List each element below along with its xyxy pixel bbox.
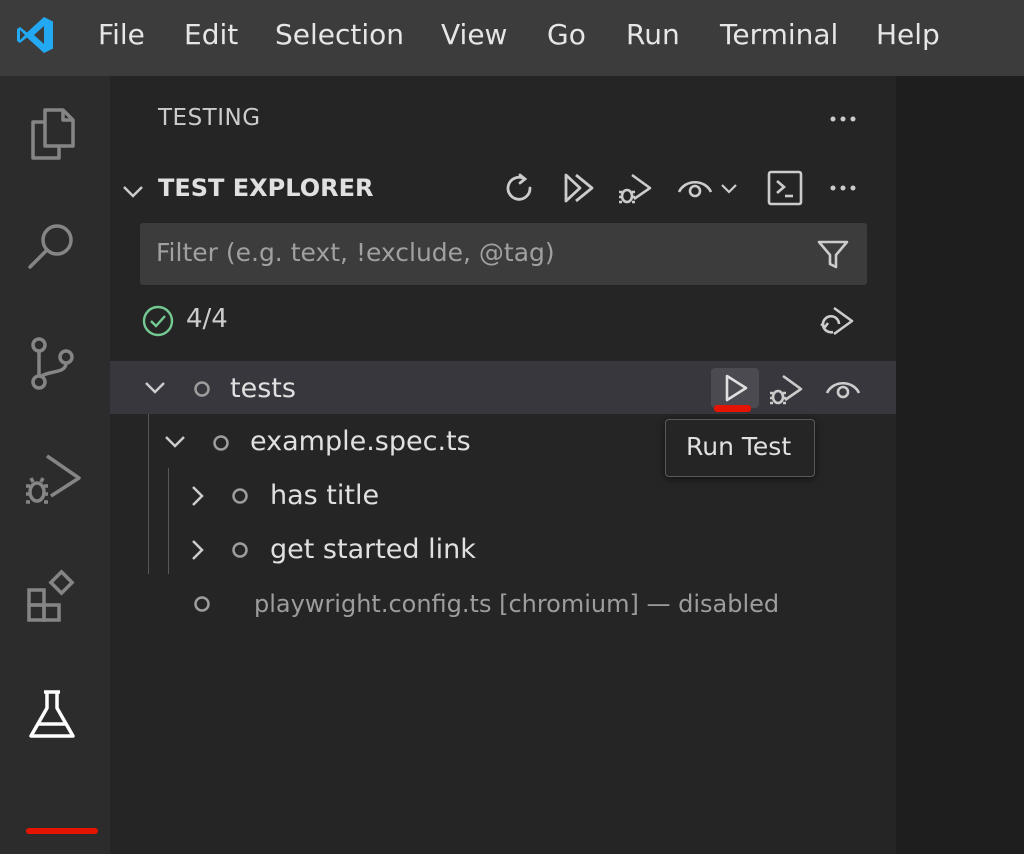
tooltip: Run Test: [665, 419, 815, 477]
run-test-icon[interactable]: [719, 371, 753, 405]
debug-all-icon[interactable]: [616, 169, 654, 207]
more-icon[interactable]: [824, 100, 862, 138]
menu-help[interactable]: Help: [876, 17, 940, 53]
run-debug-icon[interactable]: [21, 448, 83, 510]
menu-run[interactable]: Run: [626, 17, 680, 53]
test-chevron-right-icon[interactable]: [184, 537, 210, 563]
active-indicator-underline: [26, 828, 98, 834]
run-all-icon[interactable]: [560, 169, 598, 207]
explorer-icon[interactable]: [21, 102, 83, 164]
terminal-icon[interactable]: [766, 169, 804, 207]
watch-test-icon[interactable]: [824, 370, 862, 408]
indent-guide: [148, 414, 149, 574]
tests-chevron-down-icon[interactable]: [142, 375, 168, 401]
menu-view[interactable]: View: [441, 17, 507, 53]
editor-area: [896, 76, 1024, 854]
rerun-failed-icon[interactable]: [818, 302, 856, 340]
watch-icon[interactable]: [676, 169, 714, 207]
watch-dropdown-chevron-icon[interactable]: [718, 177, 740, 199]
test-count: 4/4: [186, 304, 228, 334]
test-item-label[interactable]: has title: [270, 480, 379, 511]
menu-edit[interactable]: Edit: [184, 17, 238, 53]
indent-guide: [168, 468, 169, 574]
search-icon[interactable]: [21, 216, 83, 278]
source-control-icon[interactable]: [21, 332, 83, 394]
file-label[interactable]: example.spec.ts: [250, 426, 471, 457]
status-circle-icon: [213, 435, 229, 451]
filter-placeholder: Filter (e.g. text, !exclude, @tag): [156, 238, 555, 267]
file-chevron-down-icon[interactable]: [162, 429, 188, 455]
testing-icon[interactable]: [21, 684, 83, 746]
refresh-icon[interactable]: [500, 169, 538, 207]
status-circle-icon: [232, 488, 248, 504]
panel-title: TESTING: [158, 105, 261, 131]
filter-icon[interactable]: [816, 237, 850, 271]
menu-file[interactable]: File: [98, 17, 145, 53]
disabled-config-label: playwright.config.ts [chromium] — disabl…: [254, 590, 780, 618]
tests-label: tests: [230, 373, 296, 404]
activity-bar: [0, 76, 110, 854]
run-test-highlight-underline: [714, 405, 751, 412]
test-item-label[interactable]: get started link: [270, 534, 476, 565]
menu-selection[interactable]: Selection: [275, 17, 404, 53]
test-chevron-right-icon[interactable]: [184, 483, 210, 509]
menu-go[interactable]: Go: [547, 17, 586, 53]
status-circle-icon: [194, 596, 210, 612]
section-more-icon[interactable]: [824, 169, 862, 207]
menu-terminal[interactable]: Terminal: [720, 17, 838, 53]
testing-sidebar: TESTING TEST EXPLORER Filter (e.g. text,…: [110, 76, 896, 854]
filter-input[interactable]: Filter (e.g. text, !exclude, @tag): [140, 223, 867, 285]
chevron-down-icon[interactable]: [120, 179, 146, 205]
passed-check-icon: [142, 305, 174, 337]
debug-test-icon[interactable]: [767, 370, 805, 408]
tooltip-text: Run Test: [686, 432, 792, 461]
vscode-logo-icon: [17, 17, 53, 53]
section-title: TEST EXPLORER: [158, 174, 374, 202]
extensions-icon[interactable]: [21, 566, 83, 628]
status-circle-icon: [194, 381, 210, 397]
title-bar: File Edit Selection View Go Run Terminal…: [0, 0, 1024, 76]
status-circle-icon: [232, 542, 248, 558]
